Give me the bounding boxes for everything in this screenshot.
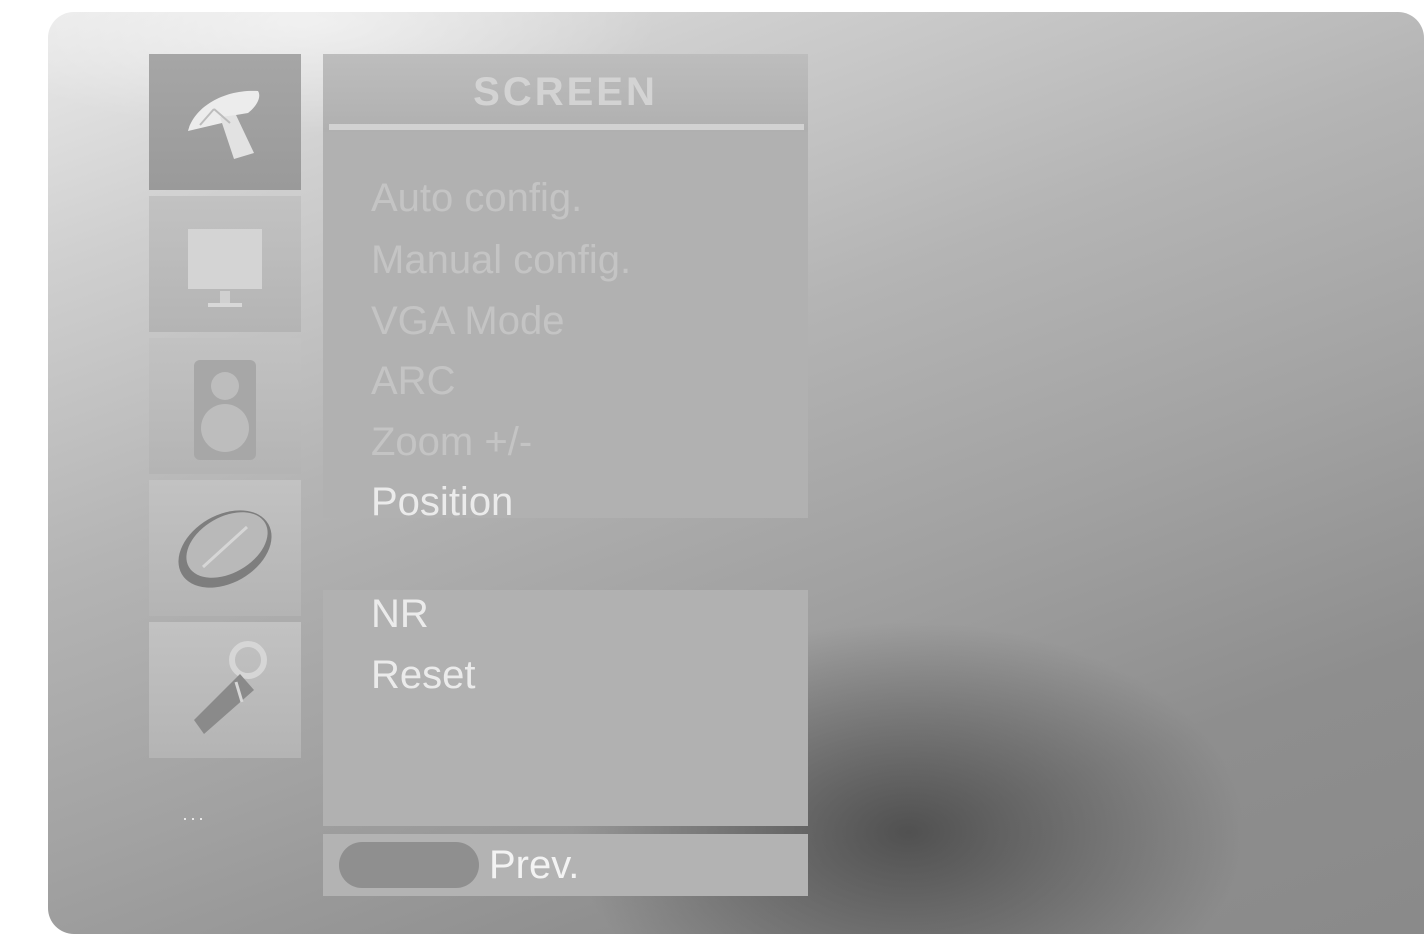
category-icon-column [149, 54, 301, 764]
menu-title-divider [329, 124, 804, 130]
menu-list-secondary: NR Reset [323, 590, 808, 826]
satellite-dish-icon [188, 90, 260, 159]
picture-icon [188, 229, 262, 307]
menu-title: SCREEN [473, 70, 658, 114]
osd-screen: ··· SCREEN Auto config. Manual config. V… [48, 12, 1424, 934]
key-icon [194, 641, 267, 734]
menu-list: Auto config. Manual config. VGA Mode ARC… [323, 132, 808, 524]
clock-icon [178, 510, 272, 588]
menu-item-manual-config[interactable]: Manual config. [371, 236, 631, 284]
menu-item-auto-config[interactable]: Auto config. [371, 174, 582, 222]
menu-header: SCREEN [323, 54, 808, 132]
category-picture[interactable] [149, 196, 301, 332]
menu-item-vga-mode[interactable]: VGA Mode [371, 297, 564, 345]
icon-scroll-indicator: ··· [182, 808, 206, 828]
footer-bar: Prev. [323, 834, 808, 896]
prev-label: Prev. [489, 843, 580, 887]
category-time[interactable] [149, 480, 301, 616]
prev-button[interactable] [339, 842, 479, 888]
category-special[interactable] [149, 622, 301, 758]
speaker-icon [194, 360, 256, 460]
menu-item-reset[interactable]: Reset [371, 651, 476, 699]
category-station[interactable] [149, 54, 301, 190]
menu-item-zoom[interactable]: Zoom +/- [371, 418, 532, 466]
menu-item-arc[interactable]: ARC [371, 357, 455, 405]
menu-item-position[interactable]: Position [371, 478, 513, 526]
category-sound[interactable] [149, 338, 301, 474]
menu-item-nr[interactable]: NR [371, 590, 429, 638]
